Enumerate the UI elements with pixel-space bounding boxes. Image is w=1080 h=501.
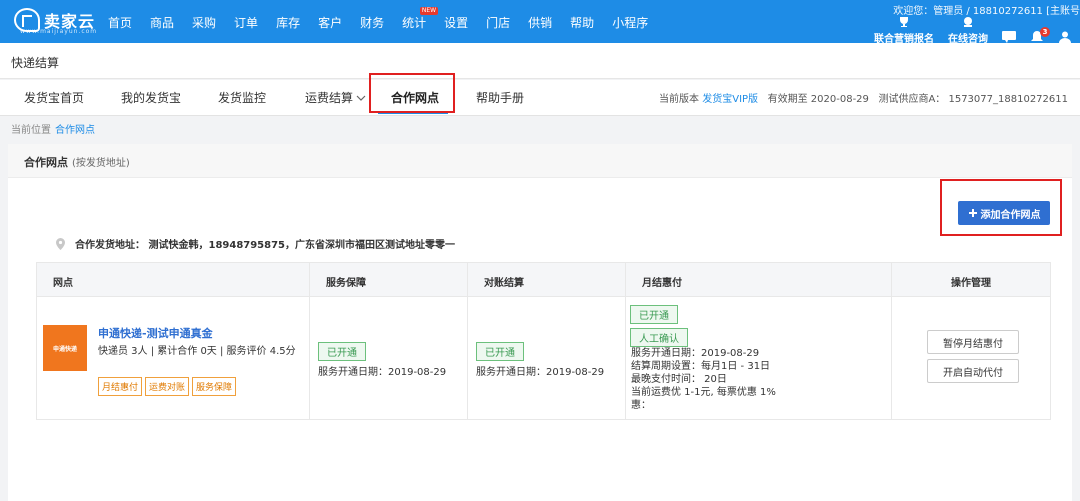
marketing-signup-button[interactable]: 联合营销报名: [874, 16, 934, 45]
version-label: 当前版本: [659, 94, 700, 105]
col-header-service: 服务保障: [310, 263, 468, 296]
cell-operations: 暂停月结惠付 开启自动代付: [892, 297, 1050, 419]
col-header-operations: 操作管理: [951, 278, 991, 289]
notification-count: 3: [1040, 27, 1050, 37]
nav-item-inventory[interactable]: 库存: [276, 14, 300, 31]
nav-item-customers[interactable]: 客户: [318, 14, 342, 31]
tab-shipping-monitor[interactable]: 发货监控: [218, 89, 266, 106]
nav-item-orders[interactable]: 订单: [234, 14, 258, 31]
tag-monthly-pay: 月结惠付: [98, 377, 143, 396]
nav-item-finance[interactable]: 财务: [360, 14, 384, 31]
nav-item-stores[interactable]: 门店: [486, 14, 510, 31]
cell-monthly-pay: 已开通 人工确认 服务开通日期：2019-08-29 结算周期设置：每月1日 -…: [626, 297, 892, 419]
supplier-info: 测试供应商A： 1573077_18810272611: [878, 94, 1068, 105]
add-button-highlight-box: [940, 179, 1062, 236]
title-bar: 快递结算: [0, 43, 1080, 79]
new-badge: NEW: [419, 7, 439, 15]
online-consult-button[interactable]: 在线咨询: [948, 16, 988, 45]
monthly-detail-line: 惠：: [631, 400, 651, 411]
nav-item-stats[interactable]: 统计 NEW: [402, 7, 439, 31]
breadcrumb-label: 当前位置: [11, 125, 51, 136]
nav-item-settings[interactable]: 设置: [444, 14, 468, 31]
col-header-reconciliation: 对账结算: [468, 263, 626, 296]
tab-freight-settlement-label: 运费结算: [305, 91, 354, 105]
tag-service-guarantee: 服务保障: [192, 377, 237, 396]
page-title: 快递结算: [11, 56, 60, 70]
partner-table: 网点 服务保障 对账结算 月结惠付 操作管理 申通快递 申通快递-测试申通真金 …: [36, 262, 1051, 420]
location-pin-icon: [56, 237, 65, 250]
carrier-tags: 月结惠付 运费对账 服务保障: [98, 377, 239, 396]
monthly-status-group: 已开通 人工确认: [630, 305, 688, 351]
headset-icon: [964, 17, 972, 27]
breadcrumb-current[interactable]: 合作网点: [55, 125, 95, 136]
user-icon: [1059, 31, 1071, 43]
panel-subtitle: (按发货地址): [72, 158, 130, 169]
version-value[interactable]: 发货宝VIP版: [702, 94, 758, 105]
main-nav: 首页 商品 采购 订单 库存 客户 财务 统计 NEW 设置 门店 供销 帮助 小…: [108, 7, 666, 31]
breadcrumb: 当前位置 合作网点: [11, 121, 95, 136]
pause-monthly-pay-button[interactable]: 暂停月结惠付: [927, 330, 1019, 354]
carrier-logo: 申通快递: [43, 325, 87, 371]
welcome-text[interactable]: 欢迎您：管理员 / 18810272611 [主账号: [893, 2, 1080, 17]
carrier-name-link[interactable]: 申通快递-测试申通真金: [98, 325, 213, 341]
nav-item-purchase[interactable]: 采购: [192, 14, 216, 31]
recon-status-badge: 已开通: [476, 342, 524, 361]
monthly-detail-line: 服务开通日期：2019-08-29: [631, 348, 760, 359]
monthly-details: 服务开通日期：2019-08-29 结算周期设置：每月1日 - 31日 最晚支付…: [631, 347, 791, 412]
monthly-detail-line: 最晚支付时间： 20日: [631, 374, 727, 385]
service-open-date: 服务开通日期：2019-08-29: [318, 367, 447, 378]
top-nav-bar: 卖家云 www.maijiayun.com 首页 商品 采购 订单 库存 客户 …: [0, 0, 1080, 45]
nav-item-home[interactable]: 首页: [108, 14, 132, 31]
chat-icon: [1002, 31, 1016, 43]
shipping-address: 合作发货地址： 测试快金韩，18948795875，广东省深圳市福田区测试地址零…: [56, 236, 455, 251]
enable-auto-pay-button[interactable]: 开启自动代付: [927, 359, 1019, 383]
manual-confirm-badge: 人工确认: [630, 328, 688, 347]
trophy-icon: [900, 17, 908, 27]
nav-item-supply[interactable]: 供销: [528, 14, 552, 31]
cell-reconciliation: 已开通 服务开通日期：2019-08-29: [468, 297, 626, 419]
tag-freight-recon: 运费对账: [145, 377, 190, 396]
monthly-detail-line: 当前运费优 1-1元, 每票优惠 1%: [631, 387, 776, 398]
cell-service: 已开通 服务开通日期：2019-08-29: [310, 297, 468, 419]
nav-item-help[interactable]: 帮助: [570, 14, 594, 31]
expiry-date: 有效期至 2020-08-29: [767, 94, 869, 105]
cell-outlet: 申通快递 申通快递-测试申通真金 快递员 3人 | 累计合作 0天 | 服务评价…: [37, 297, 310, 419]
tab-highlight-box: [369, 73, 455, 113]
carrier-meta: 快递员 3人 | 累计合作 0天 | 服务评价 4.5分: [98, 346, 296, 357]
table-header: 网点 服务保障 对账结算 月结惠付 操作管理: [37, 263, 1050, 297]
carrier-logo-text: 申通快递: [52, 345, 77, 353]
sub-tabs: 发货宝首页 我的发货宝 发货监控 运费结算 合作网点 帮助手册 当前版本 发货宝…: [0, 80, 1080, 116]
col-header-outlet: 网点: [37, 263, 310, 296]
logo-subtext: www.maijiayun.com: [20, 28, 98, 35]
monthly-status-badge: 已开通: [630, 305, 678, 324]
shipping-address-text: 合作发货地址： 测试快金韩，18948795875，广东省深圳市福田区测试地址零…: [75, 240, 456, 251]
version-info: 当前版本 发货宝VIP版 有效期至 2020-08-29 测试供应商A： 157…: [659, 90, 1068, 105]
chevron-down-icon: [356, 95, 366, 101]
tab-help-manual[interactable]: 帮助手册: [476, 89, 524, 106]
tab-my-fahuobao[interactable]: 我的发货宝: [121, 89, 181, 106]
panel-header: 合作网点 (按发货地址): [8, 144, 1072, 178]
nav-item-stats-label: 统计: [402, 16, 427, 30]
panel-title-text: 合作网点: [24, 156, 68, 169]
recon-open-date: 服务开通日期：2019-08-29: [476, 367, 605, 378]
nav-item-products[interactable]: 商品: [150, 14, 174, 31]
top-tools: 联合营销报名 在线咨询 3: [860, 16, 1072, 45]
tab-freight-settlement[interactable]: 运费结算: [305, 89, 366, 106]
monthly-detail-line: 结算周期设置：每月1日 - 31日: [631, 361, 771, 372]
panel-title: 合作网点 (按发货地址): [24, 154, 130, 170]
service-status-badge: 已开通: [318, 342, 366, 361]
nav-item-miniapp[interactable]: 小程序: [612, 14, 648, 31]
col-header-monthly-pay: 月结惠付: [626, 263, 892, 296]
tab-home[interactable]: 发货宝首页: [24, 89, 84, 106]
table-row: 申通快递 申通快递-测试申通真金 快递员 3人 | 累计合作 0天 | 服务评价…: [37, 297, 1050, 419]
